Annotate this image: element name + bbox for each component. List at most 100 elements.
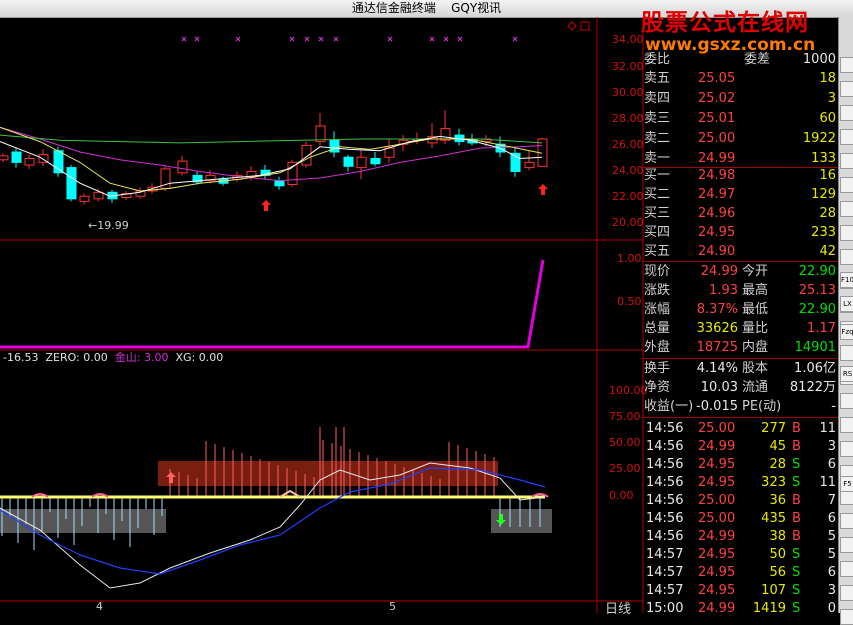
indicator3-tick: 0.00	[609, 489, 634, 502]
trade-row: 14:56	[646, 475, 684, 490]
fundamental-row: 10.03	[700, 380, 738, 395]
toolbar-button[interactable]	[840, 201, 853, 217]
toolbar-button[interactable]	[840, 345, 853, 361]
quote-stat-row: 今开	[742, 264, 769, 279]
indicator3-tick: 75.00	[609, 410, 641, 423]
toolbar-button[interactable]	[840, 177, 853, 193]
indicator3-value: 金山: 3.00	[114, 351, 169, 364]
toolbar-button[interactable]	[840, 129, 853, 145]
x-marker	[443, 36, 449, 42]
trade-row: 36	[769, 493, 786, 508]
x-marker	[181, 36, 187, 42]
bid-row: 买五	[644, 244, 671, 259]
trade-row: 323	[761, 475, 786, 490]
candle-body	[0, 155, 9, 161]
x-marker	[512, 36, 518, 42]
trade-row: 14:56	[646, 457, 684, 472]
watermark-title: 股票公式在线网	[641, 10, 809, 36]
bid-row: 买二	[644, 187, 671, 202]
trade-row: B	[792, 439, 801, 454]
toolbar-label-button[interactable]: F5	[840, 476, 853, 492]
chart-corner-controls	[567, 21, 590, 31]
trade-row: 14:57	[646, 565, 684, 580]
ask-row: 18	[819, 71, 836, 86]
trade-row: 107	[761, 583, 786, 598]
toolbar-label-button[interactable]: LX	[840, 296, 853, 312]
x-marker	[194, 36, 200, 42]
trade-row: 45	[769, 439, 786, 454]
price-tick: 20.00	[612, 216, 644, 229]
toolbar-button[interactable]	[840, 393, 853, 409]
x-marker	[289, 36, 295, 42]
fundamental-row: 收益(一)	[644, 399, 694, 414]
trade-row: 6	[827, 565, 836, 580]
ask-row: 卖四	[644, 91, 671, 106]
period-tab[interactable]: 日线	[605, 598, 631, 617]
indicator2-tick: 0.50	[617, 295, 642, 308]
toolbar-button[interactable]	[840, 249, 853, 265]
bid-row: 买三	[644, 206, 671, 221]
price-tick: 30.00	[612, 86, 644, 99]
bid-row: 买一	[644, 168, 671, 183]
toolbar-button[interactable]	[840, 585, 853, 601]
candle-body	[301, 145, 312, 166]
x-marker	[457, 36, 463, 42]
trade-row: 3	[827, 439, 836, 454]
trade-row: 25.00	[698, 511, 736, 526]
signal-markers	[181, 36, 518, 42]
order-book-partial-row: 委差	[744, 52, 771, 67]
divider	[644, 417, 838, 418]
close-panel-icon[interactable]	[580, 21, 590, 31]
toolbar-button[interactable]	[840, 417, 853, 433]
trade-row: 6	[827, 457, 836, 472]
trade-row: 11	[819, 475, 836, 490]
trade-row: 435	[761, 511, 786, 526]
ask-row: 卖二	[644, 131, 671, 146]
buy-arrow-icon	[261, 200, 271, 211]
toolbar-button[interactable]	[840, 81, 853, 97]
candle-body	[315, 125, 326, 143]
indicator3-value: ZERO: 0.00	[45, 351, 108, 364]
toolbar-button[interactable]	[840, 153, 853, 169]
ma-line-white	[0, 135, 543, 197]
ask-row: 卖三	[644, 111, 671, 126]
ask-row: 60	[819, 111, 836, 126]
ask-row: 3	[827, 91, 836, 106]
trade-row: 5	[827, 547, 836, 562]
bid-row: 24.96	[698, 206, 736, 221]
toolbar-button[interactable]	[840, 225, 853, 241]
fundamental-row: 1.06亿	[794, 361, 836, 376]
x-marker	[235, 36, 241, 42]
signal-zone-bottom-left	[0, 509, 166, 533]
toolbar-button[interactable]	[840, 441, 853, 457]
candle-body	[524, 161, 535, 169]
candle-body	[287, 161, 298, 185]
toolbar-button[interactable]	[840, 513, 853, 529]
diamond-icon[interactable]	[567, 21, 577, 31]
price-tick: 24.00	[612, 164, 644, 177]
price-tick: 22.00	[612, 190, 644, 203]
toolbar-button[interactable]	[840, 537, 853, 553]
trade-row: 0	[827, 601, 836, 616]
toolbar-label-button[interactable]: RS	[840, 366, 853, 382]
candle-body	[356, 156, 367, 169]
toolbar-button[interactable]	[840, 609, 853, 625]
toolbar-button[interactable]	[840, 561, 853, 577]
fundamental-row: 8122万	[789, 380, 836, 395]
buy-arrow-icon	[538, 184, 548, 195]
quote-stat-row: 量比	[742, 321, 769, 336]
toolbar-label-button[interactable]: F10	[840, 272, 853, 288]
quote-stat-row: 14901	[794, 340, 836, 355]
x-marker	[387, 36, 393, 42]
quote-stat-row: 33626	[696, 321, 738, 336]
trade-row: 14:57	[646, 547, 684, 562]
toolbar-button[interactable]	[840, 105, 853, 121]
toolbar-label-button[interactable]: Fzq	[840, 324, 853, 340]
x-marker	[333, 36, 339, 42]
trade-row: 14:56	[646, 421, 684, 436]
x-marker	[318, 36, 324, 42]
toolbar-button[interactable]	[840, 57, 853, 73]
bid-row: 233	[811, 225, 836, 240]
quote-panel: 委比 委差 1000 卖五 25.05 18 卖四 25.02 3 卖三 25.01 60 卖二 25.0…	[644, 50, 838, 616]
candle-body	[370, 158, 381, 165]
